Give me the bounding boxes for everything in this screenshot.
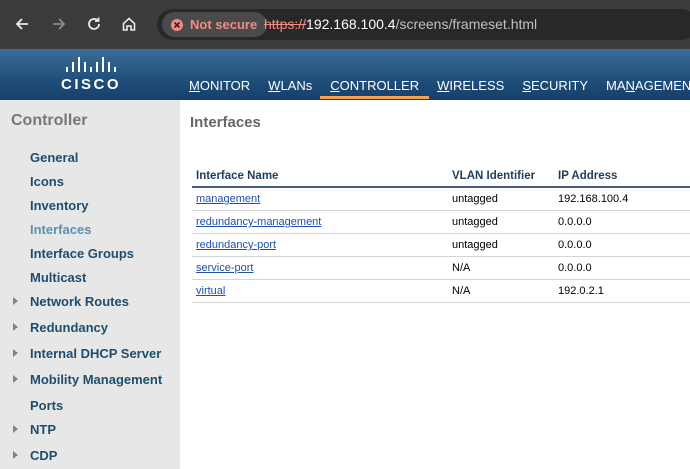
ip-cell: 192.168.100.4: [554, 187, 690, 211]
sidebar-item-ntp[interactable]: NTP: [13, 422, 56, 437]
sidebar-item-general[interactable]: General: [30, 150, 78, 165]
cisco-logo-text: CISCO: [60, 76, 121, 93]
url-text[interactable]: https://192.168.100.4/screens/frameset.h…: [264, 16, 537, 32]
interface-name-cell: redundancy-management: [192, 210, 448, 234]
menu-controller[interactable]: CONTROLLER: [320, 78, 429, 99]
reload-icon[interactable]: [82, 12, 106, 36]
menu-wireless[interactable]: WIRELESS: [437, 78, 504, 93]
address-bar[interactable]: Not secure https://192.168.100.4/screens…: [157, 9, 690, 40]
sidebar-item-icons[interactable]: Icons: [30, 174, 64, 189]
not-secure-label: Not secure: [190, 17, 258, 32]
sidebar-item-cdp[interactable]: CDP: [13, 448, 57, 463]
table-row: redundancy-port untagged 0.0.0.0: [192, 233, 690, 257]
expand-arrow-icon[interactable]: [13, 425, 18, 433]
url-path: /screens/frameset.html: [395, 16, 538, 32]
table-row: service-port N/A 0.0.0.0: [192, 256, 690, 280]
table-header-row: Interface Name VLAN Identifier IP Addres…: [192, 168, 690, 188]
ip-cell: 0.0.0.0: [554, 210, 690, 234]
cisco-logo-icon: [52, 54, 130, 72]
security-indicator[interactable]: Not secure: [162, 12, 268, 37]
sidebar: Controller General Icons Inventory Inter…: [0, 100, 180, 469]
interface-link[interactable]: virtual: [196, 285, 225, 297]
sidebar-item-internal-dhcp-server[interactable]: Internal DHCP Server: [13, 346, 161, 361]
menu-monitor[interactable]: MONITOR: [189, 78, 250, 93]
interfaces-table: Interface Name VLAN Identifier IP Addres…: [192, 168, 690, 303]
ip-cell: 192.0.2.1: [554, 279, 690, 303]
menu-security[interactable]: SECURITY: [522, 78, 588, 93]
table-row: management untagged 192.168.100.4: [192, 187, 690, 211]
app-header: CISCO MONITOR WLANs CONTROLLER WIRELESS …: [0, 49, 690, 100]
table-row: redundancy-management untagged 0.0.0.0: [192, 210, 690, 234]
sidebar-item-inventory[interactable]: Inventory: [30, 198, 89, 213]
column-header-vlan-identifier: VLAN Identifier: [448, 168, 554, 188]
cisco-logo: CISCO: [52, 54, 130, 96]
interface-name-cell: virtual: [192, 279, 448, 303]
vlan-cell: N/A: [448, 279, 554, 303]
interface-link[interactable]: service-port: [196, 262, 253, 274]
vlan-cell: N/A: [448, 256, 554, 280]
expand-arrow-icon[interactable]: [13, 323, 18, 331]
sidebar-item-interface-groups[interactable]: Interface Groups: [30, 246, 134, 261]
vlan-cell: untagged: [448, 210, 554, 234]
column-header-interface-name: Interface Name: [192, 168, 448, 188]
url-scheme: https://: [264, 16, 307, 32]
sidebar-item-network-routes[interactable]: Network Routes: [13, 294, 129, 309]
url-host: 192.168.100.4: [306, 16, 396, 32]
expand-arrow-icon[interactable]: [13, 349, 18, 357]
main-menu: MONITOR WLANs CONTROLLER WIRELESS SECURI…: [189, 78, 690, 99]
menu-wlans[interactable]: WLANs: [268, 78, 312, 93]
sidebar-item-multicast[interactable]: Multicast: [30, 270, 86, 285]
sidebar-item-ports[interactable]: Ports: [30, 398, 63, 413]
interface-link[interactable]: redundancy-management: [196, 216, 321, 228]
sidebar-title: Controller: [11, 112, 88, 129]
expand-arrow-icon[interactable]: [13, 297, 18, 305]
page-title: Interfaces: [190, 114, 261, 131]
forward-icon[interactable]: [47, 12, 71, 36]
ip-cell: 0.0.0.0: [554, 256, 690, 280]
column-header-ip-address: IP Address: [554, 168, 690, 188]
interface-name-cell: redundancy-port: [192, 233, 448, 257]
vlan-cell: untagged: [448, 187, 554, 211]
back-icon[interactable]: [10, 12, 34, 36]
expand-arrow-icon[interactable]: [13, 451, 18, 459]
sidebar-item-interfaces[interactable]: Interfaces: [30, 222, 91, 237]
interface-link[interactable]: redundancy-port: [196, 239, 276, 251]
sidebar-item-redundancy[interactable]: Redundancy: [13, 320, 108, 335]
warning-icon: [171, 18, 183, 31]
ip-cell: 0.0.0.0: [554, 233, 690, 257]
interface-name-cell: management: [192, 187, 448, 211]
menu-management[interactable]: MANAGEMENT: [606, 78, 690, 93]
browser-toolbar: Not secure https://192.168.100.4/screens…: [0, 0, 690, 49]
expand-arrow-icon[interactable]: [13, 375, 18, 383]
home-icon[interactable]: [117, 12, 141, 36]
interface-link[interactable]: management: [196, 193, 260, 205]
sidebar-item-mobility-management[interactable]: Mobility Management: [13, 372, 162, 387]
interface-name-cell: service-port: [192, 256, 448, 280]
table-row: virtual N/A 192.0.2.1: [192, 279, 690, 303]
vlan-cell: untagged: [448, 233, 554, 257]
